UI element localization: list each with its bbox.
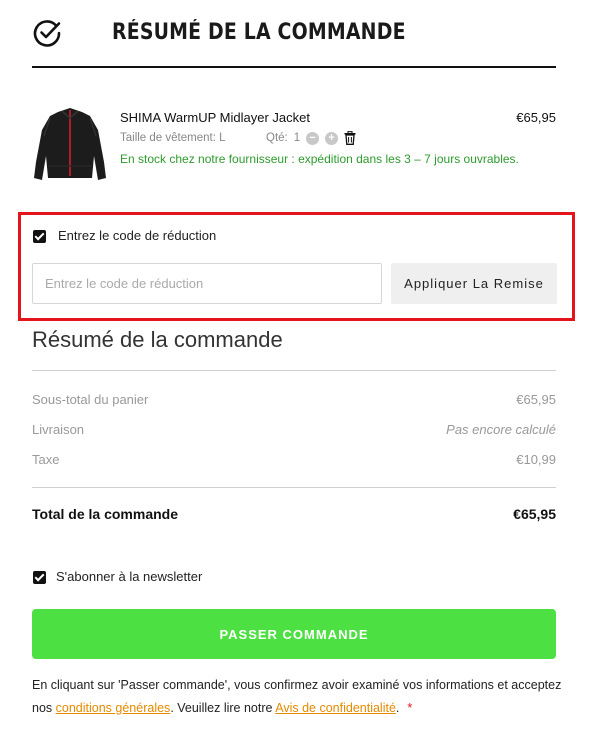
tax-row: Taxe €10,99 xyxy=(32,452,556,467)
subtotal-row: Sous-total du panier €65,95 xyxy=(32,392,556,407)
subtotal-label: Sous-total du panier xyxy=(32,392,149,407)
page-title: RÉSUMÉ DE LA COMMANDE xyxy=(112,20,406,45)
summary-title: Résumé de la commande xyxy=(32,327,283,352)
shipping-row: Livraison Pas encore calculé xyxy=(32,422,556,437)
subtotal-value: €65,95 xyxy=(516,392,556,407)
trash-icon[interactable] xyxy=(344,131,356,145)
cart-item: SHIMA WarmUP Midlayer Jacket €65,95 Tail… xyxy=(32,100,556,190)
discount-checkbox-label[interactable]: Entrez le code de réduction xyxy=(58,228,216,243)
total-divider xyxy=(32,487,556,488)
stock-status: En stock chez notre fournisseur : expédi… xyxy=(120,152,519,166)
order-total-label: Total de la commande xyxy=(32,506,178,522)
order-total-row: Total de la commande €65,95 xyxy=(32,506,556,522)
qty-label: Qté: xyxy=(266,132,288,144)
terms-link[interactable]: conditions générales xyxy=(56,701,171,715)
discount-code-section: Entrez le code de réduction Appliquer La… xyxy=(18,212,575,321)
product-name[interactable]: SHIMA WarmUP Midlayer Jacket xyxy=(120,110,310,125)
summary-divider xyxy=(32,370,556,371)
legal-text-3: . xyxy=(395,701,400,715)
required-mark: * xyxy=(407,701,413,715)
product-price: €65,95 xyxy=(516,110,556,125)
tax-label: Taxe xyxy=(32,452,60,467)
newsletter-label[interactable]: S'abonner à la newsletter xyxy=(56,569,202,584)
shipping-label: Livraison xyxy=(32,422,85,437)
discount-checkbox[interactable] xyxy=(33,230,46,243)
qty-increase-icon[interactable]: + xyxy=(325,131,339,145)
check-circle-icon xyxy=(33,20,61,47)
qty-decrease-icon[interactable]: − xyxy=(306,131,320,145)
place-order-button[interactable]: PASSER COMMANDE xyxy=(32,609,556,659)
qty-value: 1 xyxy=(293,132,301,144)
newsletter-checkbox[interactable] xyxy=(33,571,46,584)
tax-value: €10,99 xyxy=(516,452,556,467)
shipping-value: Pas encore calculé xyxy=(446,422,556,437)
product-image[interactable] xyxy=(32,106,108,184)
apply-discount-button[interactable]: Appliquer La Remise xyxy=(391,263,557,304)
order-total-value: €65,95 xyxy=(513,506,556,522)
legal-notice: En cliquant sur 'Passer commande', vous … xyxy=(32,674,562,720)
product-meta: Taille de vêtement: L Qté: 1 − + xyxy=(120,131,356,145)
legal-text-2: . Veuillez lire notre xyxy=(170,701,276,715)
discount-code-input[interactable] xyxy=(32,263,382,304)
product-size: Taille de vêtement: L xyxy=(120,132,226,144)
privacy-link[interactable]: Avis de confidentialité xyxy=(275,701,396,715)
checkout-header: RÉSUMÉ DE LA COMMANDE xyxy=(32,16,556,68)
